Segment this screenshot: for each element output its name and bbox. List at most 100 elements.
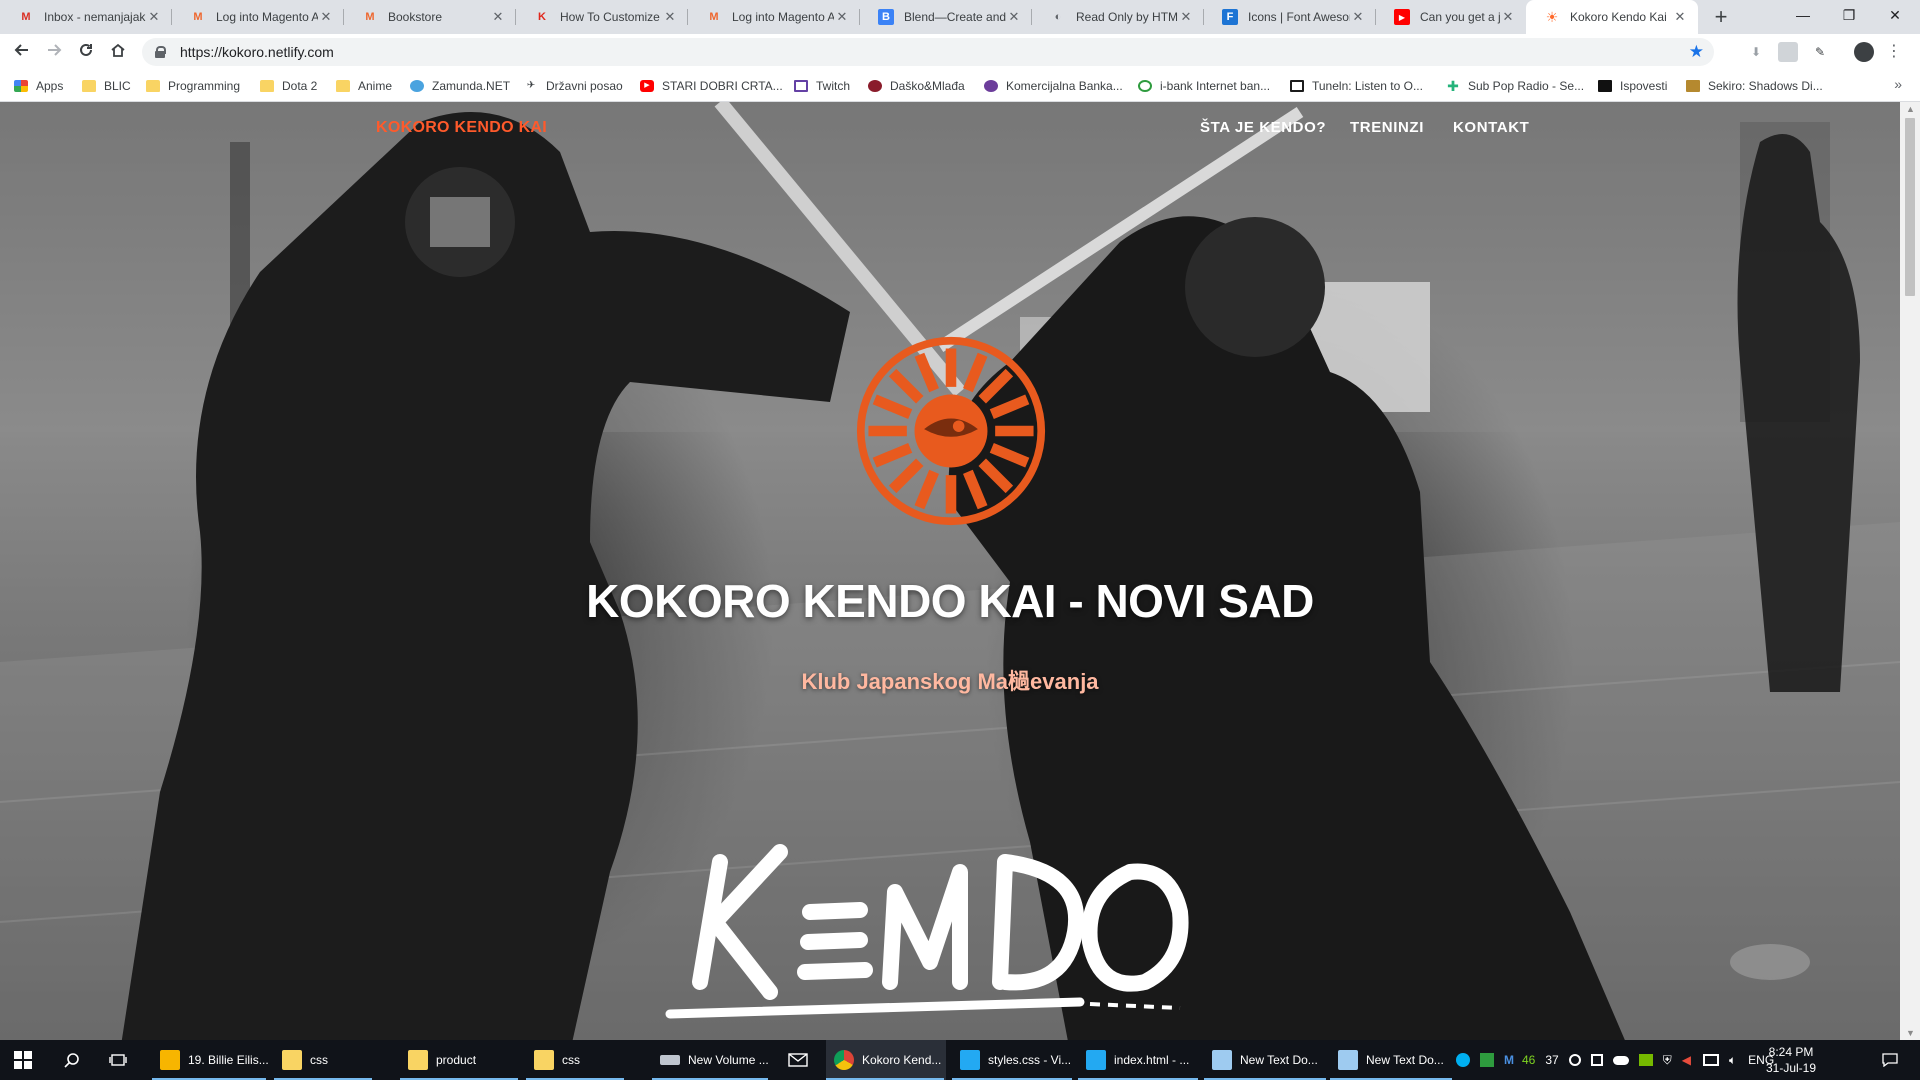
bookmarks-overflow-icon[interactable]: » [1894, 76, 1902, 92]
bookmark-dasko[interactable]: Daško&Mlađa [868, 70, 965, 102]
bookmark-star-icon[interactable]: ★ [1689, 42, 1704, 62]
tab-close-icon[interactable]: ✕ [1500, 9, 1516, 25]
bookmark-tunein[interactable]: Tuneln: Listen to O... [1290, 70, 1423, 102]
forward-button[interactable] [40, 38, 68, 66]
taskbar-app-notepad-2[interactable]: New Text Do... [1330, 1040, 1454, 1080]
notification-icon [1882, 1053, 1898, 1067]
bookmark-label: Tuneln: Listen to O... [1312, 79, 1423, 93]
scrollbar-thumb[interactable] [1905, 118, 1915, 296]
taskbar-app-chrome[interactable]: Kokoro Kend... [826, 1040, 946, 1080]
bookmark-blic[interactable]: BLIC [82, 70, 131, 102]
tab-title: Can you get a job w [1420, 10, 1500, 24]
address-bar[interactable]: https://kokoro.netlify.com ★ [142, 38, 1714, 66]
new-tab-button[interactable]: + [1708, 4, 1734, 30]
restore-button[interactable]: ❐ [1826, 0, 1872, 30]
taskbar-app-vscode-styles[interactable]: styles.css - Vi... [952, 1040, 1074, 1080]
taskbar-app-folder-product[interactable]: product [400, 1040, 520, 1080]
speaker-icon[interactable]: 🔈︎ [1729, 1053, 1736, 1068]
tab-magento-login[interactable]: M Log into Magento A ✕ [172, 0, 344, 34]
bookmark-subpop[interactable]: ✚ Sub Pop Radio - Se... [1446, 70, 1584, 102]
tab-close-icon[interactable]: ✕ [146, 9, 162, 25]
kokoro-icon: ☀ [1545, 8, 1559, 25]
vscode-icon [960, 1050, 980, 1070]
nav-link-sta-je-kendo[interactable]: ŠTA JE KENDO? [1200, 119, 1326, 136]
taskbar-app-notepad-1[interactable]: New Text Do... [1204, 1040, 1328, 1080]
taskbar-app-vscode-index[interactable]: index.html - ... [1078, 1040, 1200, 1080]
bookmark-apps[interactable]: Apps [14, 70, 63, 102]
tray-grid-icon[interactable] [1590, 1054, 1603, 1066]
bookmark-stari-dobri[interactable]: ▶ STARI DOBRI CRTA... [640, 70, 783, 102]
taskbar-app-new-volume[interactable]: New Volume ... [652, 1040, 770, 1080]
onedrive-icon[interactable] [1612, 1055, 1629, 1065]
bookmark-zamunda[interactable]: Zamunda.NET [410, 70, 510, 102]
bookmark-komercijalna[interactable]: Komercijalna Banka... [984, 70, 1123, 102]
bookmark-anime[interactable]: Anime [336, 70, 392, 102]
bookmark-sekiro[interactable]: Sekiro: Shadows Di... [1686, 70, 1823, 102]
tab-close-icon[interactable]: ✕ [834, 9, 850, 25]
nvidia-icon[interactable] [1638, 1054, 1653, 1066]
tab-gmail[interactable]: M Inbox - nemanjajak ✕ [0, 0, 172, 34]
nav-link-treninzi[interactable]: TRENINZI [1350, 119, 1424, 136]
logo-sun-ray [914, 469, 939, 510]
home-button[interactable] [104, 38, 132, 66]
bookmark-twitch[interactable]: Twitch [794, 70, 850, 102]
bookmark-programming[interactable]: Programming [146, 70, 240, 102]
taskbar-clock[interactable]: 8:24 PM 31-Jul-19 [1756, 1044, 1826, 1076]
ispovesti-icon [1598, 80, 1612, 92]
start-button[interactable] [0, 1040, 46, 1080]
bookmark-drzavni-posao[interactable]: ✈ Državni posao [524, 70, 623, 102]
bookmark-ispovesti[interactable]: Ispovesti [1598, 70, 1667, 102]
clock-time: 8:24 PM [1768, 1045, 1814, 1059]
bookmark-dota2[interactable]: Dota 2 [260, 70, 317, 102]
scroll-up-icon[interactable]: ▲ [1906, 104, 1915, 114]
minimize-button[interactable]: — [1780, 0, 1826, 30]
tray-shield-icon[interactable]: ⛨ [1663, 1053, 1672, 1068]
network-icon[interactable] [1702, 1054, 1719, 1066]
tray-app-icon[interactable] [1480, 1053, 1494, 1067]
task-view-button[interactable] [96, 1040, 140, 1080]
tab-close-icon[interactable]: ✕ [1350, 9, 1366, 25]
taskbar-app-folder-css-2[interactable]: css [526, 1040, 626, 1080]
tab-font-awesome[interactable]: F Icons | Font Awesom ✕ [1204, 0, 1376, 34]
action-center-button[interactable] [1870, 1040, 1910, 1080]
tab-close-icon[interactable]: ✕ [662, 9, 678, 25]
taskbar-mail-button[interactable] [778, 1040, 818, 1080]
taskbar-app-folder-css[interactable]: css [274, 1040, 374, 1080]
scroll-down-icon[interactable]: ▼ [1906, 1028, 1915, 1038]
tab-blend[interactable]: B Blend—Create and ✕ [860, 0, 1032, 34]
page-scrollbar[interactable]: ▲ ▼ [1900, 102, 1920, 1040]
download-extension-icon[interactable]: ⬇ [1746, 42, 1766, 62]
tab-close-icon[interactable]: ✕ [1672, 9, 1688, 25]
taskbar-app-winamp[interactable]: 19. Billie Eilis... [152, 1040, 268, 1080]
tab-title: Log into Magento A [216, 10, 318, 24]
malwarebytes-icon[interactable]: M [1504, 1053, 1514, 1067]
search-button[interactable] [50, 1040, 94, 1080]
extension-icon[interactable] [1778, 42, 1798, 62]
tab-youtube-job[interactable]: ▶ Can you get a job w ✕ [1376, 0, 1526, 34]
close-window-button[interactable]: ✕ [1872, 0, 1918, 30]
tools-extension-icon[interactable]: ✎ [1810, 42, 1830, 62]
volume-mute-icon[interactable]: ◀ [1682, 1053, 1691, 1067]
url-text[interactable]: https://kokoro.netlify.com [180, 44, 334, 60]
tab-magento-login-2[interactable]: M Log into Magento A ✕ [688, 0, 860, 34]
tab-bookstore[interactable]: M Bookstore ✕ [344, 0, 516, 34]
notepad-icon [1212, 1050, 1232, 1070]
bookmark-ibank[interactable]: i-bank Internet ban... [1138, 70, 1270, 102]
tab-close-icon[interactable]: ✕ [1178, 9, 1194, 25]
tab-how-to-customize[interactable]: K How To Customize I ✕ [516, 0, 688, 34]
tray-counter-white[interactable]: 37 [1545, 1053, 1558, 1067]
nav-link-kontakt[interactable]: KONTAKT [1453, 119, 1529, 136]
tab-read-only[interactable]: ◐ Read Only by HTML ✕ [1032, 0, 1204, 34]
menu-kebab-icon[interactable]: ⋮ [1884, 42, 1904, 62]
site-brand-link[interactable]: KOKORO KENDO KAI [376, 119, 547, 137]
tab-kokoro-active[interactable]: ☀ Kokoro Kendo Kai ✕ [1526, 0, 1698, 34]
reload-button[interactable] [72, 38, 100, 66]
tab-close-icon[interactable]: ✕ [490, 9, 506, 25]
tab-close-icon[interactable]: ✕ [318, 9, 334, 25]
skype-icon[interactable] [1456, 1053, 1470, 1067]
profile-avatar-icon[interactable] [1854, 42, 1874, 62]
tab-close-icon[interactable]: ✕ [1006, 9, 1022, 25]
back-button[interactable] [8, 38, 36, 66]
tray-counter-green[interactable]: 46 [1522, 1053, 1535, 1067]
steam-icon[interactable] [1568, 1054, 1581, 1066]
